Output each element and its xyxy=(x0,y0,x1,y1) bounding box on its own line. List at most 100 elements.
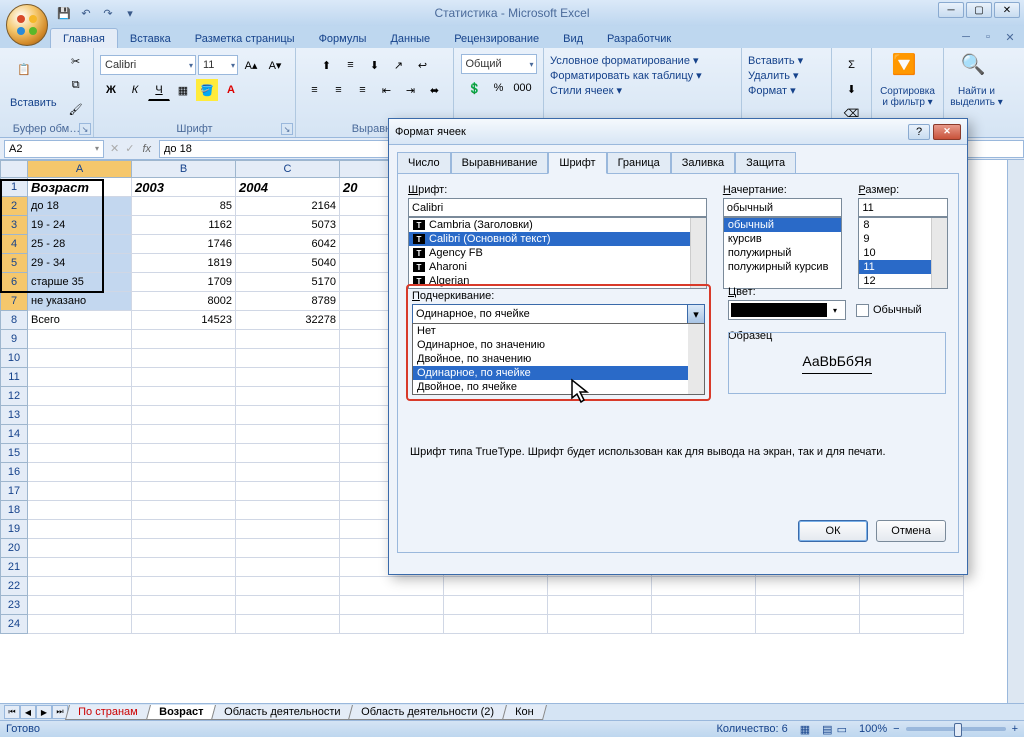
cell[interactable] xyxy=(236,425,340,444)
cell[interactable]: 1819 xyxy=(132,254,236,273)
tab-home[interactable]: Главная xyxy=(50,28,118,48)
align-bottom-icon[interactable]: ⬇ xyxy=(364,54,386,76)
row-header[interactable]: 24 xyxy=(0,615,28,634)
underline-option[interactable]: Двойное, по ячейке xyxy=(413,380,704,394)
name-box[interactable]: A2 xyxy=(4,140,104,158)
sort-filter-button[interactable]: 🔽 Сортировка и фильтр ▾ xyxy=(878,50,937,110)
cancel-button[interactable]: Отмена xyxy=(876,520,946,542)
redo-icon[interactable]: ↷ xyxy=(100,5,116,21)
bold-button[interactable]: Ж xyxy=(100,79,122,101)
row-header[interactable]: 10 xyxy=(0,349,28,368)
row-header[interactable]: 13 xyxy=(0,406,28,425)
cell[interactable] xyxy=(132,482,236,501)
cell[interactable]: 19 - 24 xyxy=(28,216,132,235)
tab-insert[interactable]: Вставка xyxy=(118,29,183,48)
cell[interactable] xyxy=(28,596,132,615)
row-header[interactable]: 22 xyxy=(0,577,28,596)
maximize-button[interactable]: ▢ xyxy=(966,2,992,18)
view-layout-icon[interactable]: ▤ xyxy=(822,723,832,736)
tab-formulas[interactable]: Формулы xyxy=(307,29,379,48)
row-header[interactable]: 4 xyxy=(0,235,28,254)
sheet-tab[interactable]: Возраст xyxy=(146,705,216,720)
cell[interactable] xyxy=(444,577,548,596)
close-button[interactable]: ✕ xyxy=(994,2,1020,18)
tab-page-layout[interactable]: Разметка страницы xyxy=(183,29,307,48)
cell[interactable] xyxy=(236,406,340,425)
cell[interactable] xyxy=(236,615,340,634)
cell[interactable] xyxy=(28,539,132,558)
row-header[interactable]: 15 xyxy=(0,444,28,463)
dtab-font[interactable]: Шрифт xyxy=(548,152,606,174)
cell[interactable]: 32278 xyxy=(236,311,340,330)
cell[interactable] xyxy=(132,539,236,558)
cell[interactable] xyxy=(236,368,340,387)
format-painter-icon[interactable]: 🖌 xyxy=(65,99,87,121)
dtab-number[interactable]: Число xyxy=(397,152,451,174)
cancel-formula-icon[interactable]: ✕ xyxy=(110,142,119,155)
ok-button[interactable]: ОК xyxy=(798,520,868,542)
cell[interactable] xyxy=(132,444,236,463)
column-header[interactable]: C xyxy=(236,160,340,178)
cell[interactable]: 6042 xyxy=(236,235,340,254)
cell[interactable]: 1709 xyxy=(132,273,236,292)
delete-cells-button[interactable]: Удалить ▾ xyxy=(748,69,799,82)
zoom-out-icon[interactable]: − xyxy=(893,723,899,735)
size-input[interactable]: 11 xyxy=(858,198,948,217)
underline-option[interactable]: Одинарное, по ячейке xyxy=(413,366,704,380)
row-header[interactable]: 18 xyxy=(0,501,28,520)
align-top-icon[interactable]: ⬆ xyxy=(316,54,338,76)
cell[interactable]: 1162 xyxy=(132,216,236,235)
row-header[interactable]: 14 xyxy=(0,425,28,444)
font-name-combo[interactable]: Calibri xyxy=(100,55,196,75)
tab-nav-first-icon[interactable]: ⏮ xyxy=(4,705,20,719)
dtab-fill[interactable]: Заливка xyxy=(671,152,735,174)
underline-option[interactable]: Одинарное, по значению xyxy=(413,338,704,352)
row-header[interactable]: 7 xyxy=(0,292,28,311)
cell[interactable] xyxy=(340,615,444,634)
column-header[interactable]: B xyxy=(132,160,236,178)
cell[interactable] xyxy=(652,596,756,615)
cell[interactable] xyxy=(236,596,340,615)
qat-more-icon[interactable]: ▾ xyxy=(122,5,138,21)
cell[interactable] xyxy=(756,615,860,634)
cell[interactable] xyxy=(548,615,652,634)
cell[interactable] xyxy=(132,615,236,634)
number-format-combo[interactable]: Общий xyxy=(461,54,537,74)
row-header[interactable]: 17 xyxy=(0,482,28,501)
align-right-icon[interactable]: ≡ xyxy=(352,79,374,101)
undo-icon[interactable]: ↶ xyxy=(78,5,94,21)
row-header[interactable]: 6 xyxy=(0,273,28,292)
view-pagebreak-icon[interactable]: ▭ xyxy=(837,723,847,736)
underline-option[interactable]: Нет xyxy=(413,324,704,338)
minimize-button[interactable]: ─ xyxy=(938,2,964,18)
cell[interactable]: 8789 xyxy=(236,292,340,311)
cell[interactable] xyxy=(548,577,652,596)
cell[interactable] xyxy=(132,596,236,615)
shrink-font-icon[interactable]: A▾ xyxy=(264,54,286,76)
save-icon[interactable]: 💾 xyxy=(56,5,72,21)
cell[interactable] xyxy=(28,615,132,634)
cell[interactable] xyxy=(28,577,132,596)
cell[interactable] xyxy=(28,387,132,406)
select-all-corner[interactable] xyxy=(0,160,28,178)
cell[interactable] xyxy=(132,330,236,349)
dtab-alignment[interactable]: Выравнивание xyxy=(451,152,549,174)
dialog-help-button[interactable]: ? xyxy=(908,124,930,140)
cell[interactable] xyxy=(652,615,756,634)
cell[interactable] xyxy=(132,387,236,406)
dialog-titlebar[interactable]: Формат ячеек ? ✕ xyxy=(389,119,967,145)
cell[interactable]: 85 xyxy=(132,197,236,216)
cell[interactable] xyxy=(132,425,236,444)
tab-review[interactable]: Рецензирование xyxy=(442,29,551,48)
cell[interactable]: 5170 xyxy=(236,273,340,292)
currency-icon[interactable]: 💲 xyxy=(464,77,486,99)
comma-icon[interactable]: 000 xyxy=(512,77,534,99)
cell[interactable]: 2164 xyxy=(236,197,340,216)
percent-icon[interactable]: % xyxy=(488,77,510,99)
sheet-tab[interactable]: Кон xyxy=(502,705,547,720)
cell[interactable] xyxy=(132,349,236,368)
accept-formula-icon[interactable]: ✓ xyxy=(125,142,134,155)
underline-combo[interactable]: Одинарное, по ячейке ▾ xyxy=(412,304,705,324)
cell[interactable]: 29 - 34 xyxy=(28,254,132,273)
cell[interactable] xyxy=(860,577,964,596)
